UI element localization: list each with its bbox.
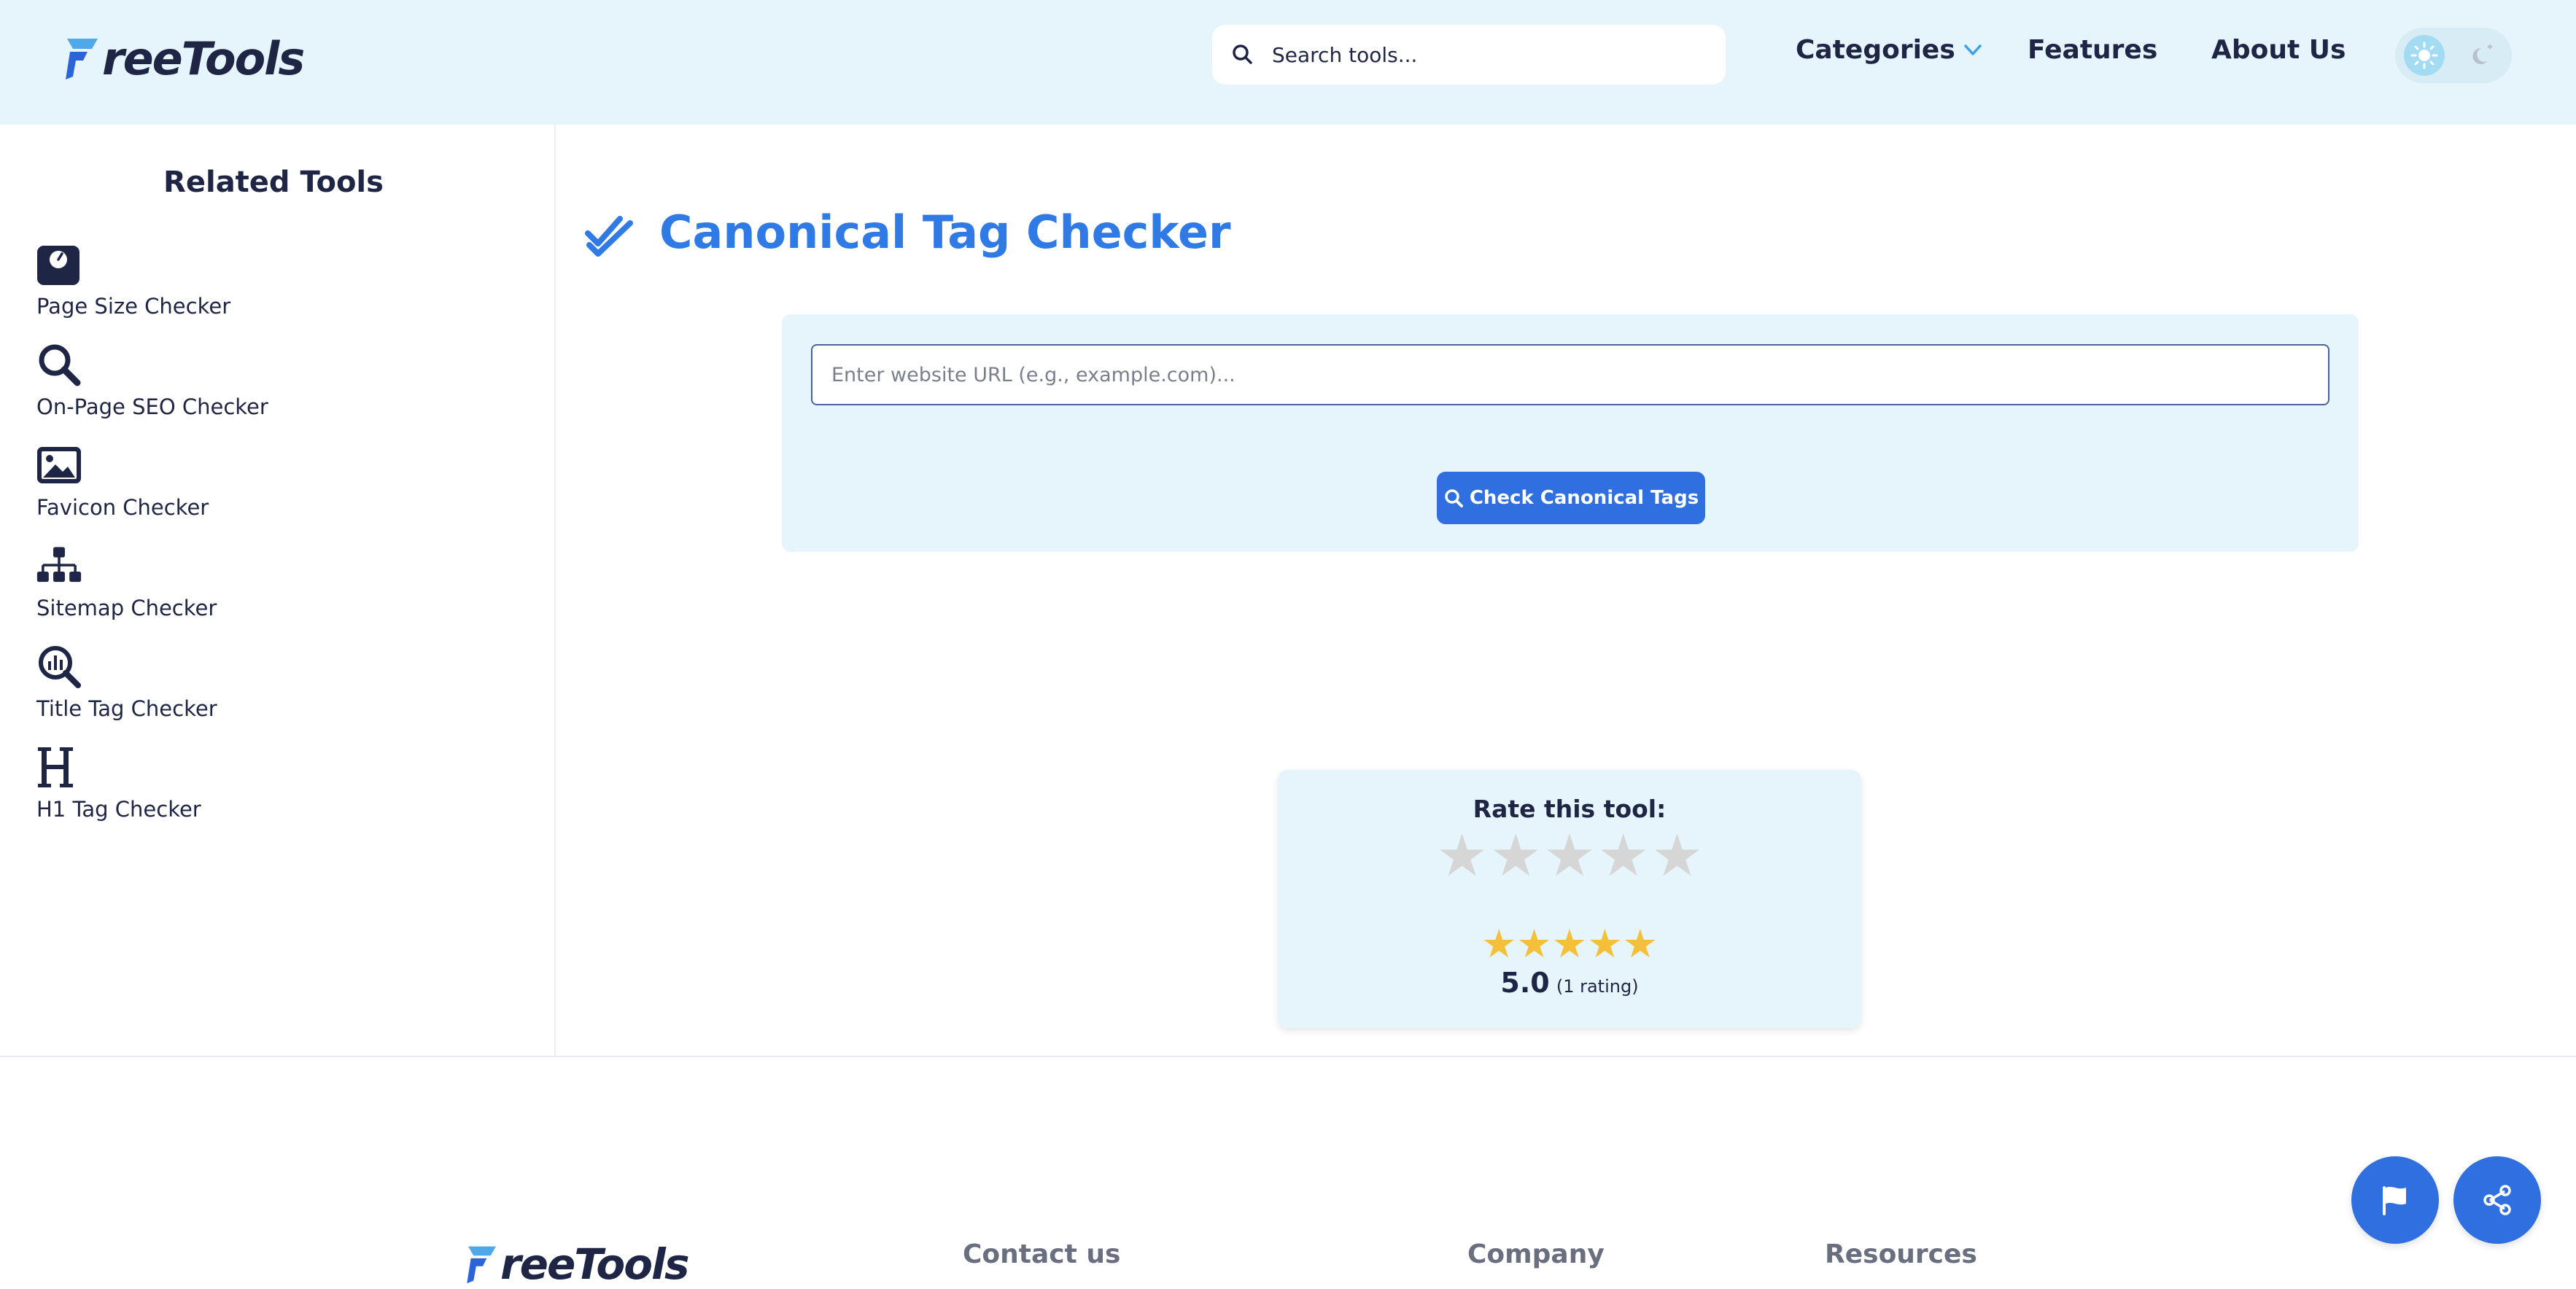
footer-heading-contact: Contact us — [963, 1239, 1121, 1269]
nav-features[interactable]: Features — [2028, 35, 2157, 65]
sidebar-item-on-page-seo-checker[interactable]: On-Page SEO Checker — [36, 342, 474, 429]
tool-form-panel: Check Canonical Tags — [782, 314, 2359, 552]
average-star-icon: ★ — [1481, 921, 1517, 967]
moon-icon[interactable] — [2462, 35, 2503, 76]
flag-icon — [2383, 1186, 2406, 1215]
rate-star-3[interactable]: ★ — [1543, 827, 1596, 885]
related-tools-sidebar: Related Tools Page Size Checker On-Page … — [0, 125, 556, 1056]
sidebar-item-label: Sitemap Checker — [36, 596, 217, 620]
sidebar-item-sitemap-checker[interactable]: Sitemap Checker — [36, 543, 474, 631]
search-input[interactable] — [1272, 25, 1710, 85]
sidebar-title: Related Tools — [163, 165, 384, 199]
logo-mark-icon — [467, 1246, 496, 1284]
share-button[interactable] — [2453, 1156, 2541, 1244]
sidebar-item-page-size-checker[interactable]: Page Size Checker — [36, 241, 474, 329]
search-box[interactable] — [1212, 25, 1726, 85]
weight-scale-icon — [37, 246, 79, 285]
sitemap-icon — [36, 547, 82, 583]
logo-mark-icon — [66, 39, 98, 79]
magnifier-icon — [39, 344, 81, 386]
check-button-label: Check Canonical Tags — [1469, 487, 1699, 509]
check-canonical-tags-button[interactable]: Check Canonical Tags — [1437, 472, 1705, 524]
average-score: 5.0 — [1500, 967, 1550, 999]
share-icon — [2483, 1185, 2511, 1215]
footer-heading-resources: Resources — [1825, 1239, 1977, 1269]
rate-star-1[interactable]: ★ — [1436, 827, 1489, 885]
url-input[interactable] — [811, 344, 2329, 405]
rate-star-4[interactable]: ★ — [1597, 827, 1650, 885]
search-icon — [1445, 489, 1463, 507]
site-logo[interactable]: reeTools — [66, 29, 305, 87]
chevron-down-icon — [1964, 44, 1982, 55]
nav-about-us[interactable]: About Us — [2211, 35, 2346, 65]
nav-categories[interactable]: Categories — [1796, 35, 1983, 65]
average-star-icon: ★ — [1551, 921, 1588, 967]
sidebar-item-label: Title Tag Checker — [36, 696, 217, 721]
sun-icon[interactable] — [2404, 35, 2445, 76]
rate-star-2[interactable]: ★ — [1489, 827, 1542, 885]
sidebar-item-label: Favicon Checker — [36, 495, 209, 520]
footer-logo-text: reeTools — [500, 1239, 689, 1289]
sidebar-item-favicon-checker[interactable]: Favicon Checker — [36, 443, 474, 530]
average-stars: ★ ★ ★ ★ ★ — [1278, 924, 1861, 964]
rate-star-5[interactable]: ★ — [1651, 827, 1704, 885]
sidebar-item-label: Page Size Checker — [36, 294, 231, 319]
sidebar-item-label: H1 Tag Checker — [36, 797, 201, 822]
average-star-icon: ★ — [1516, 921, 1552, 967]
heading-icon — [38, 747, 73, 787]
theme-toggle[interactable] — [2395, 28, 2512, 83]
report-flag-button[interactable] — [2351, 1156, 2439, 1244]
search-icon — [1233, 44, 1252, 64]
rate-label: Rate this tool: — [1473, 795, 1667, 823]
nav-categories-label: Categories — [1796, 35, 1955, 65]
sidebar-item-h1-tag-checker[interactable]: H1 Tag Checker — [36, 744, 474, 832]
double-check-icon — [585, 215, 633, 257]
top-header: reeTools Categories Features About Us — [0, 0, 2576, 125]
rate-stars: ★ ★ ★ ★ ★ — [1278, 827, 1861, 885]
page-heading: Canonical Tag Checker — [583, 206, 1231, 259]
logo-text: reeTools — [102, 31, 305, 85]
image-icon — [37, 447, 81, 483]
average-star-icon: ★ — [1622, 921, 1659, 967]
sidebar-item-title-tag-checker[interactable]: Title Tag Checker — [36, 644, 474, 731]
rating-count: (1 rating) — [1556, 976, 1639, 997]
page-title: Canonical Tag Checker — [659, 206, 1231, 259]
search-chart-icon — [39, 646, 81, 688]
content-divider — [0, 1056, 2576, 1057]
average-rating: 5.0 (1 rating) — [1278, 967, 1861, 999]
footer-heading-company: Company — [1467, 1239, 1605, 1269]
footer-logo[interactable]: reeTools — [467, 1239, 689, 1289]
rating-card: Rate this tool: ★ ★ ★ ★ ★ ★ ★ ★ ★ ★ 5.0 … — [1278, 770, 1861, 1028]
average-star-icon: ★ — [1587, 921, 1623, 967]
sidebar-item-label: On-Page SEO Checker — [36, 394, 268, 419]
